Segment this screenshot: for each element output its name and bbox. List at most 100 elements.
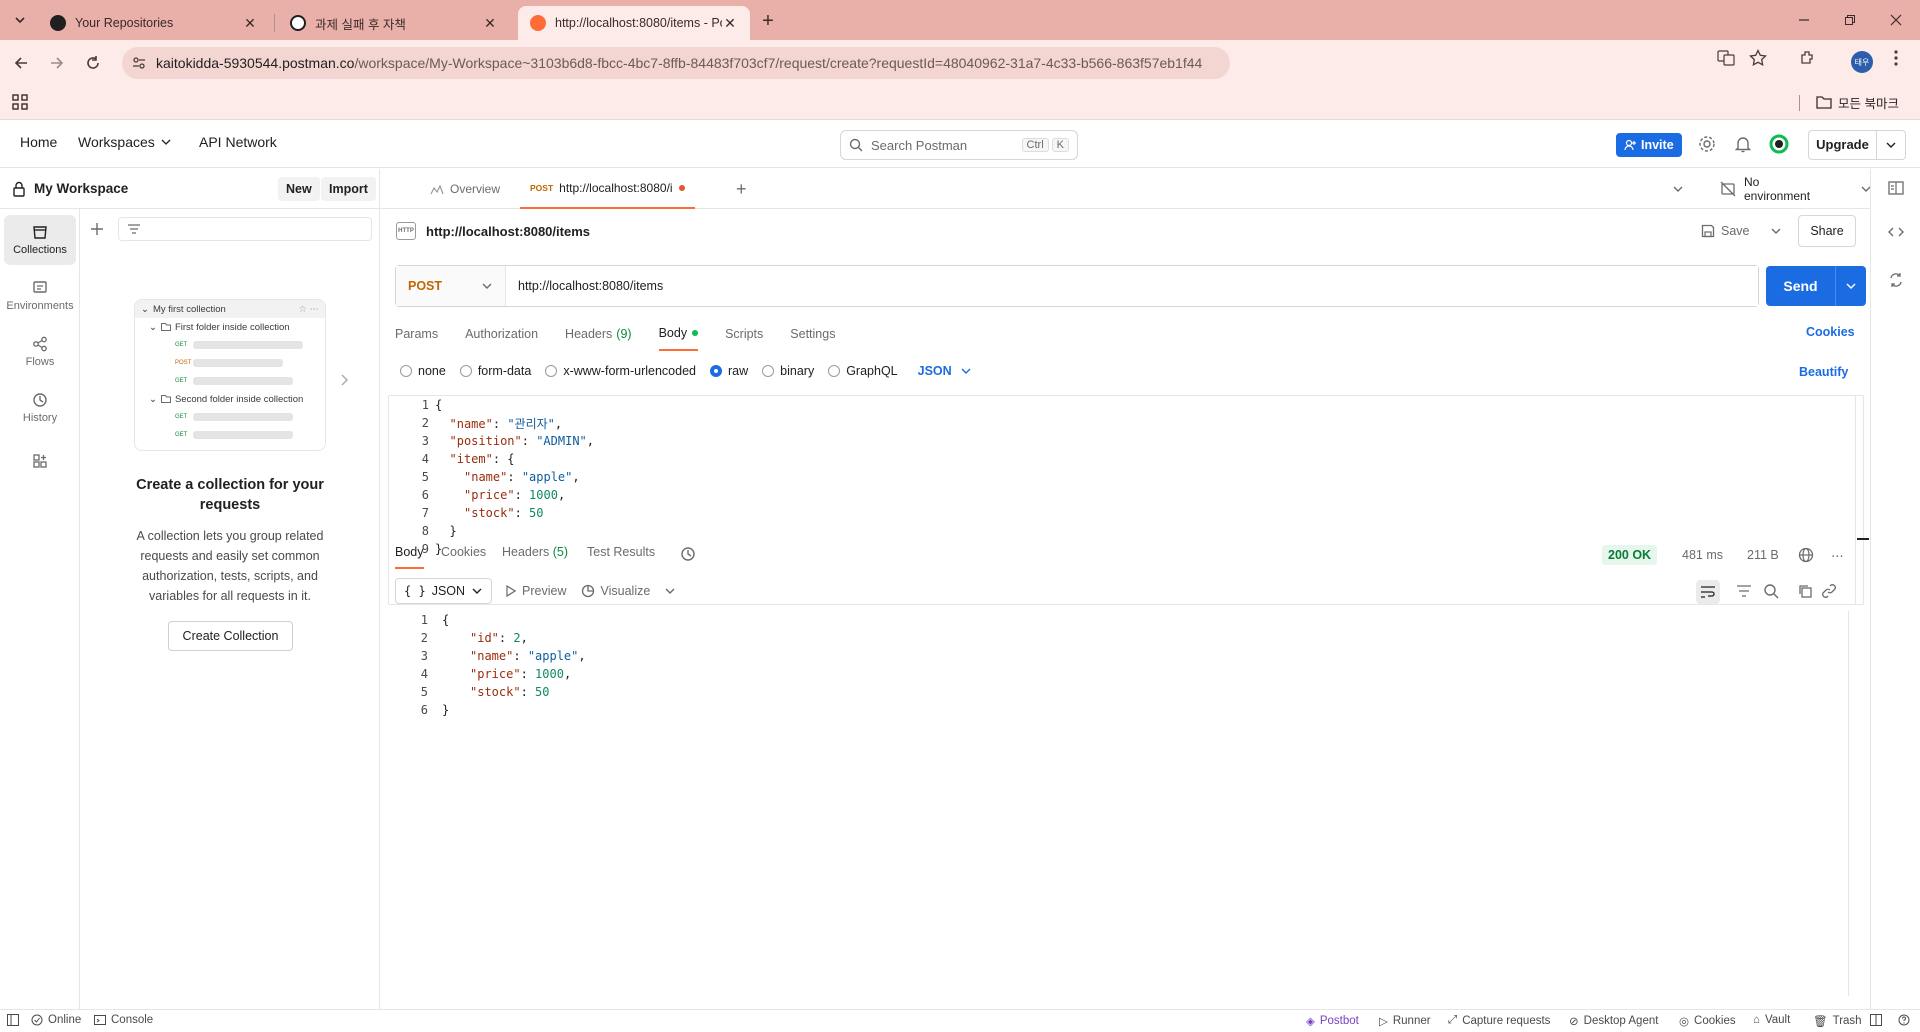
search-postman[interactable]: Search Postman Ctrl K xyxy=(840,130,1078,160)
visualize-button[interactable]: Visualize xyxy=(581,584,677,598)
response-body-viewer[interactable]: 1{2 "id": 2, 3 "name": "apple", 4 "price": 10… xyxy=(388,611,1864,996)
invite-button[interactable]: Invite xyxy=(1616,133,1682,157)
tab-headers[interactable]: Headers (9) xyxy=(565,317,632,351)
sidebar-item-collections[interactable]: Collections xyxy=(4,215,76,265)
console-button[interactable]: Console xyxy=(94,1014,153,1026)
reload-icon[interactable] xyxy=(80,50,106,76)
back-icon[interactable] xyxy=(8,50,34,76)
save-button[interactable]: Save xyxy=(1701,215,1782,247)
sidebar-item-flows[interactable]: Flows xyxy=(4,327,76,377)
filter-icon[interactable] xyxy=(1736,584,1752,598)
tab-scripts[interactable]: Scripts xyxy=(725,317,763,351)
documentation-icon[interactable] xyxy=(1886,178,1906,198)
add-icon[interactable] xyxy=(90,222,104,236)
response-history-icon[interactable] xyxy=(680,546,696,570)
cookies-button[interactable]: ◎ Cookies xyxy=(1679,1014,1736,1028)
sidebar-item-environments[interactable]: Environments xyxy=(4,271,76,321)
notifications-bell-icon[interactable] xyxy=(1733,134,1753,154)
close-window-icon[interactable] xyxy=(1884,8,1908,32)
sidebar-item-history[interactable]: History xyxy=(4,383,76,433)
wrap-lines-icon[interactable] xyxy=(1696,580,1720,604)
code-icon[interactable] xyxy=(1886,222,1906,242)
close-tab-icon[interactable]: ✕ xyxy=(482,15,498,31)
close-tab-icon[interactable]: ✕ xyxy=(242,15,258,31)
trash-button[interactable]: 🗑 Trash xyxy=(1813,1014,1862,1028)
site-info-icon[interactable] xyxy=(132,56,146,70)
restore-icon[interactable] xyxy=(1838,8,1862,32)
layout-icon[interactable] xyxy=(1870,1014,1882,1026)
beautify-link[interactable]: Beautify xyxy=(1799,365,1848,379)
tab-search-button[interactable] xyxy=(8,8,32,32)
tab-body[interactable]: Body xyxy=(658,317,699,351)
close-tab-icon[interactable]: ✕ xyxy=(722,15,738,31)
sidebar-item-configure[interactable] xyxy=(4,441,76,481)
radio-urlencoded[interactable]: x-www-form-urlencoded xyxy=(545,364,696,378)
link-icon[interactable] xyxy=(1821,583,1837,599)
help-icon[interactable] xyxy=(1898,1014,1910,1026)
tab-params[interactable]: Params xyxy=(395,317,438,351)
user-avatar-icon[interactable] xyxy=(1769,134,1789,154)
filter-input[interactable] xyxy=(118,217,372,241)
url-input[interactable] xyxy=(506,266,1758,306)
environment-selector[interactable]: No environment xyxy=(1720,175,1872,203)
minimize-icon[interactable] xyxy=(1792,8,1816,32)
browser-tab-github[interactable]: Your Repositories ✕ xyxy=(38,6,270,40)
translate-icon[interactable] xyxy=(1716,48,1736,68)
new-tab-button[interactable]: + xyxy=(756,9,780,33)
browser-tab-chatgpt[interactable]: 과제 실패 후 자책 ✕ xyxy=(278,6,510,40)
chevron-down-icon[interactable] xyxy=(1836,280,1866,292)
body-format-select[interactable]: JSON xyxy=(918,364,972,378)
bookmark-star-icon[interactable] xyxy=(1748,48,1768,68)
apps-grid-icon[interactable] xyxy=(12,94,28,110)
chevron-down-icon[interactable] xyxy=(1877,139,1905,151)
preview-button[interactable]: Preview xyxy=(506,584,567,598)
browser-tab-postman[interactable]: http://localhost:8080/items - Postman ✕ xyxy=(518,6,750,40)
response-tab-body[interactable]: Body xyxy=(395,545,424,569)
address-bar[interactable]: kaitokidda-5930544.postman.co/workspace/… xyxy=(122,47,1230,79)
settings-gear-icon[interactable] xyxy=(1697,134,1717,154)
nav-api-network[interactable]: API Network xyxy=(199,134,277,150)
forward-icon[interactable] xyxy=(44,50,70,76)
search-icon[interactable] xyxy=(1763,583,1779,599)
response-tab-cookies[interactable]: Cookies xyxy=(441,545,486,569)
new-request-tab-button[interactable]: + xyxy=(736,169,747,209)
online-status[interactable]: Online xyxy=(31,1014,81,1026)
browser-menu-icon[interactable] xyxy=(1886,48,1906,68)
postbot-button[interactable]: ◈ Postbot xyxy=(1306,1014,1359,1028)
profile-avatar[interactable]: 태우 xyxy=(1851,51,1873,73)
new-button[interactable]: New xyxy=(278,177,320,201)
runner-button[interactable]: ▷ Runner xyxy=(1379,1014,1431,1028)
radio-form-data[interactable]: form-data xyxy=(459,364,531,378)
radio-binary[interactable]: binary xyxy=(762,364,814,378)
share-button[interactable]: Share xyxy=(1798,215,1856,247)
status-badge[interactable]: 200 OK xyxy=(1602,545,1658,565)
editor-scrollbar[interactable] xyxy=(1855,396,1869,604)
tab-authorization[interactable]: Authorization xyxy=(465,317,538,351)
create-collection-button[interactable]: Create Collection xyxy=(168,621,293,651)
tab-request[interactable]: POST http://localhost:8080/i xyxy=(520,169,695,209)
tabs-dropdown-icon[interactable] xyxy=(1672,169,1684,209)
all-bookmarks[interactable]: 모든 북마크 xyxy=(1816,92,1899,112)
tab-settings[interactable]: Settings xyxy=(790,317,835,351)
request-body-editor[interactable]: 1{2 "name": "관리자", 3 "position": "ADMIN", 4 "… xyxy=(388,395,1869,605)
vault-button[interactable]: ⌂ Vault xyxy=(1753,1014,1790,1026)
nav-home[interactable]: Home xyxy=(20,134,57,150)
toggle-sidebar-icon[interactable] xyxy=(7,1014,19,1026)
globe-icon[interactable] xyxy=(1798,547,1814,563)
response-scrollbar[interactable] xyxy=(1848,611,1849,996)
cookies-link[interactable]: Cookies xyxy=(1806,325,1855,339)
import-button[interactable]: Import xyxy=(321,177,376,201)
response-tab-headers[interactable]: Headers (5) xyxy=(502,545,568,569)
response-tab-test-results[interactable]: Test Results xyxy=(587,545,655,569)
desktop-agent-button[interactable]: ⊘ Desktop Agent xyxy=(1569,1014,1658,1028)
response-time[interactable]: 481 ms xyxy=(1682,548,1723,562)
copy-icon[interactable] xyxy=(1797,583,1813,599)
upgrade-button[interactable]: Upgrade xyxy=(1808,130,1906,160)
nav-workspaces[interactable]: Workspaces xyxy=(78,134,173,150)
request-title[interactable]: http://localhost:8080/items xyxy=(426,224,590,239)
radio-raw[interactable]: raw xyxy=(710,364,748,378)
send-button[interactable]: Send xyxy=(1766,266,1866,306)
response-size[interactable]: 211 B xyxy=(1747,548,1779,562)
related-icon[interactable] xyxy=(1886,270,1906,290)
tab-overview[interactable]: Overview xyxy=(430,169,500,209)
